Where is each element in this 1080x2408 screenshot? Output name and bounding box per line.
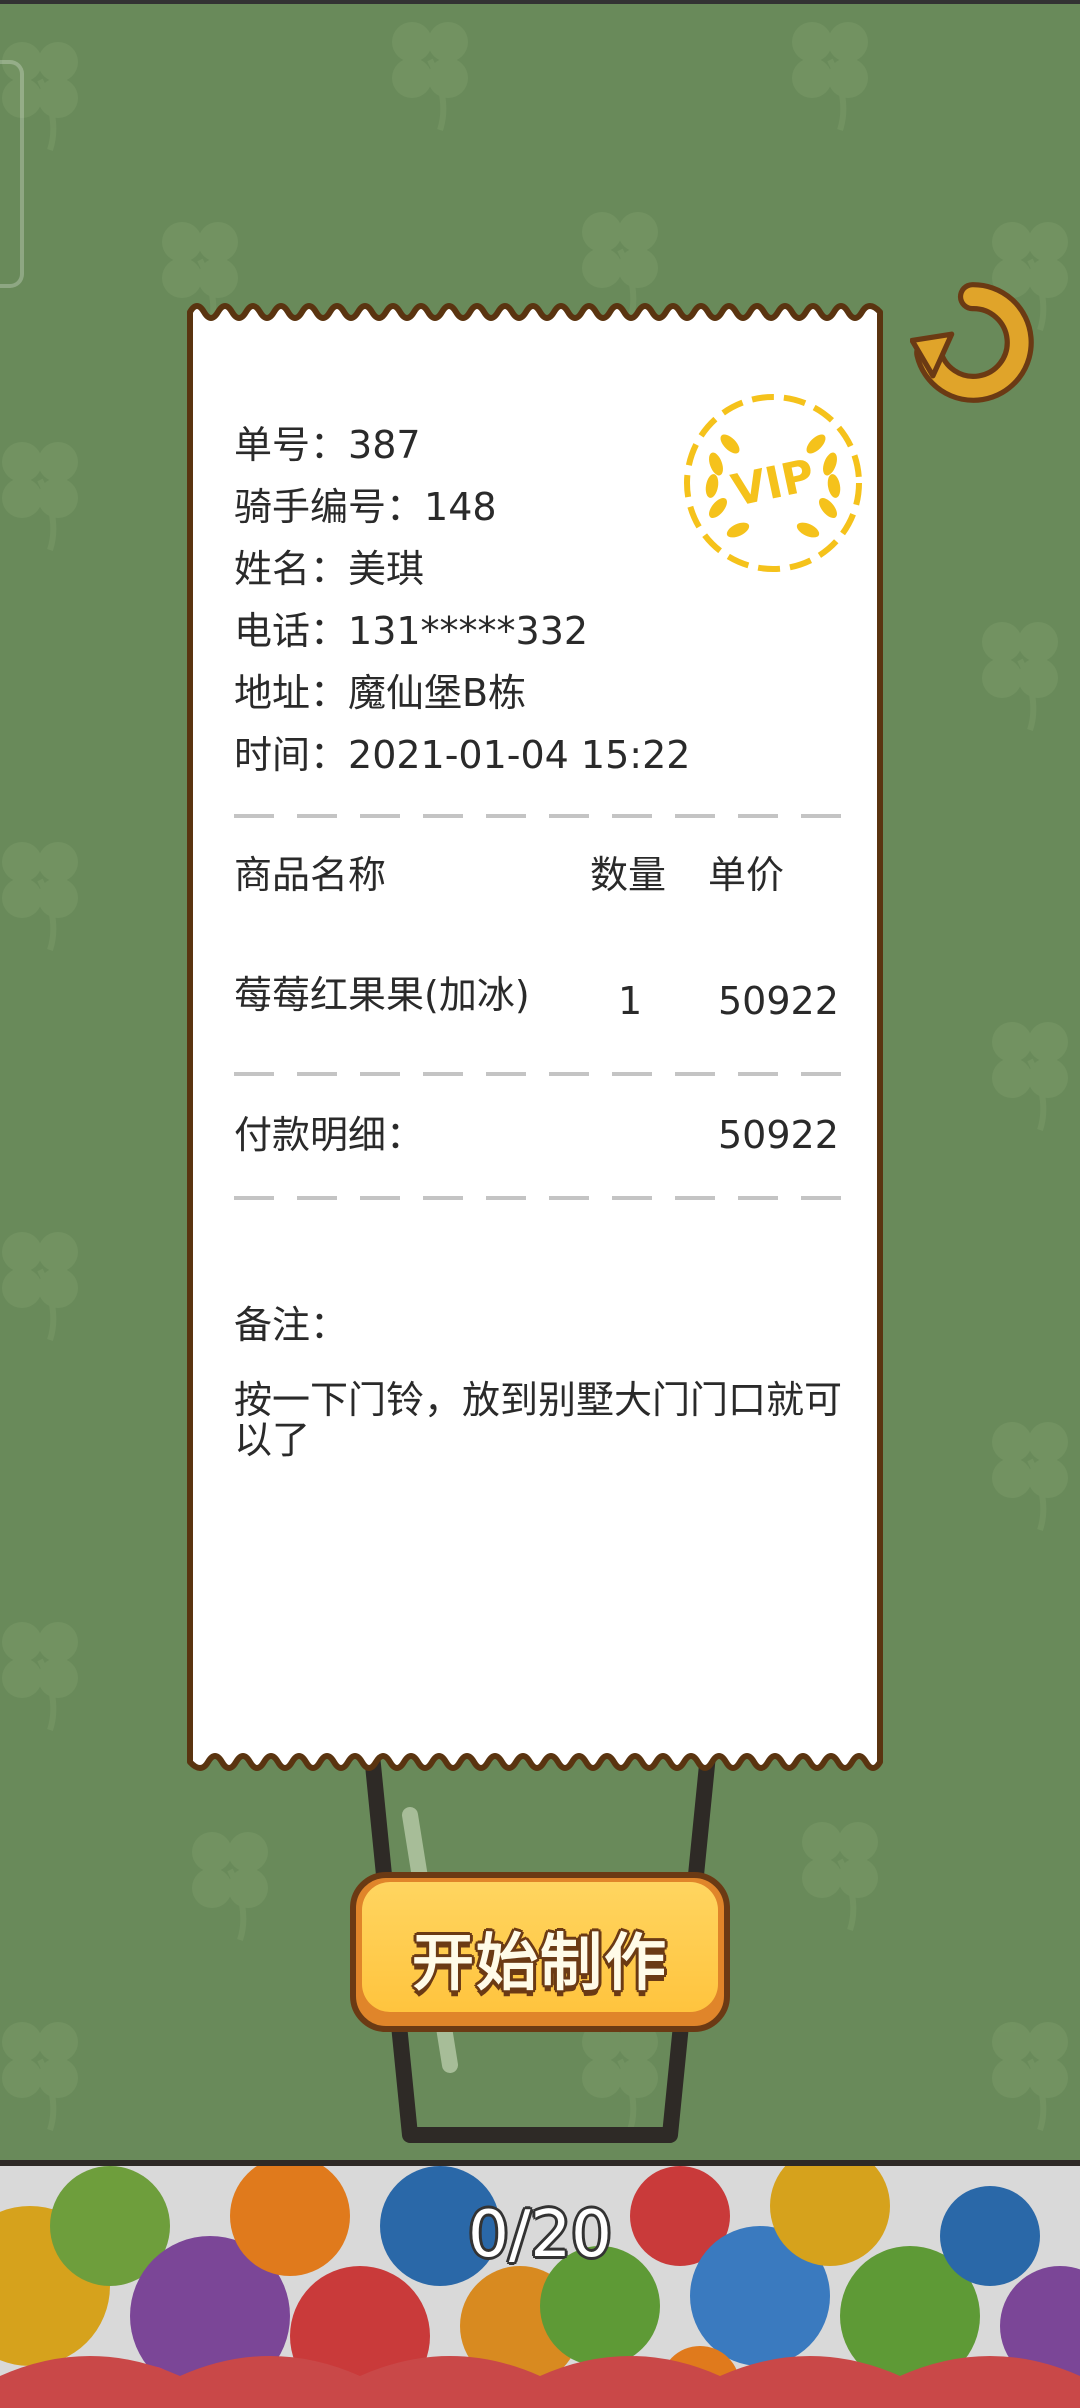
- status-strip: [0, 0, 1080, 4]
- item-price: 50922: [718, 979, 839, 1023]
- side-panel-edge: [0, 60, 24, 288]
- order-number-value: 387: [348, 423, 421, 467]
- address-line: 地址：魔仙堡B栋: [234, 670, 526, 716]
- divider: [234, 1072, 844, 1076]
- time-label: 时间：: [234, 733, 349, 777]
- phone-label: 电话：: [234, 609, 349, 653]
- start-button-label: 开始制作: [411, 1926, 668, 1999]
- order-number-line: 单号：387: [234, 422, 421, 468]
- rider-number-value: 148: [424, 485, 497, 529]
- rider-number-line: 骑手编号：148: [234, 484, 497, 530]
- phone-line: 电话：131*****332: [234, 608, 588, 654]
- progress-counter: 0/20: [468, 2198, 612, 2272]
- item-name: 莓莓红果果(加冰): [234, 973, 530, 1017]
- start-making-button[interactable]: 开始制作: [350, 1872, 730, 2032]
- order-receipt: 单号：387 骑手编号：148 姓名：美琪 电话：131*****332 地址：…: [184, 300, 886, 1776]
- customer-name-line: 姓名：美琪: [234, 546, 424, 592]
- address-label: 地址：: [234, 671, 349, 715]
- time-line: 时间：2021-01-04 15:22: [234, 732, 690, 778]
- divider: [234, 1196, 844, 1200]
- col-header-qty: 数量: [590, 853, 667, 897]
- item-qty: 1: [618, 979, 643, 1023]
- payment-label: 付款明细：: [234, 1113, 425, 1157]
- rider-number-label: 骑手编号：: [234, 485, 425, 529]
- col-header-price: 单价: [708, 853, 785, 897]
- time-value: 2021-01-04 15:22: [348, 733, 691, 777]
- vip-badge-text: VIP: [727, 450, 818, 517]
- phone-value: 131*****332: [348, 609, 589, 653]
- col-header-name: 商品名称: [234, 853, 387, 897]
- address-value: 魔仙堡B栋: [348, 671, 527, 715]
- payment-amount: 50922: [718, 1113, 839, 1157]
- customer-name-label: 姓名：: [234, 547, 349, 591]
- order-number-label: 单号：: [234, 423, 349, 467]
- remark-label: 备注：: [234, 1303, 349, 1347]
- refresh-icon[interactable]: [910, 280, 1035, 405]
- remark-text: 按一下门铃，放到别墅大门门口就可以了: [234, 1378, 843, 1462]
- vip-badge-icon: VIP: [684, 394, 862, 572]
- divider: [234, 814, 844, 818]
- customer-name-value: 美琪: [348, 547, 425, 591]
